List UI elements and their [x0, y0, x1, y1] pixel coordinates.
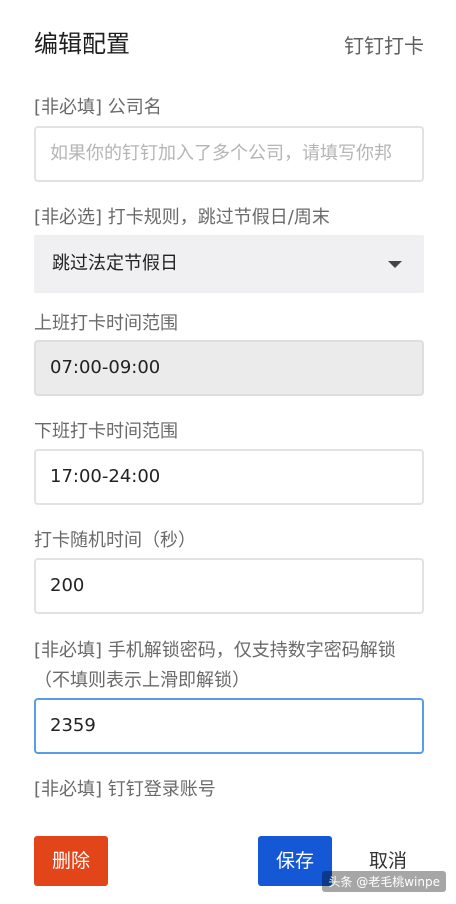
- work-start-input[interactable]: 07:00-09:00: [34, 340, 424, 396]
- save-button[interactable]: 保存: [258, 836, 332, 886]
- app-name: 钉钉打卡: [344, 34, 424, 58]
- rule-select-value: 跳过法定节假日: [52, 253, 178, 274]
- work-end-label: 下班打卡时间范围: [34, 421, 178, 442]
- rule-select[interactable]: 跳过法定节假日: [34, 235, 424, 293]
- unlock-password-input[interactable]: 2359: [34, 698, 424, 754]
- page-title: 编辑配置: [34, 30, 130, 58]
- account-label: [非必填] 钉钉登录账号: [34, 779, 216, 800]
- rule-label: [非必选] 打卡规则，跳过节假日/周末: [34, 207, 330, 228]
- company-input[interactable]: 如果你的钉钉加入了多个公司，请填写你邦: [34, 126, 424, 182]
- delete-button[interactable]: 删除: [34, 836, 108, 886]
- work-end-input[interactable]: 17:00-24:00: [34, 449, 424, 505]
- work-start-label: 上班打卡时间范围: [34, 313, 178, 334]
- caret-down-icon: [388, 261, 402, 268]
- random-time-input[interactable]: 200: [34, 558, 424, 614]
- unlock-password-label: [非必填] 手机解锁密码，仅支持数字密码解锁（不填则表示上滑即解锁）: [34, 640, 396, 691]
- company-label: [非必填] 公司名: [34, 97, 162, 118]
- header: 编辑配置 钉钉打卡: [0, 0, 456, 88]
- watermark: 头条 @老毛桃winpe: [322, 871, 446, 892]
- random-time-label: 打卡随机时间（秒）: [34, 530, 196, 551]
